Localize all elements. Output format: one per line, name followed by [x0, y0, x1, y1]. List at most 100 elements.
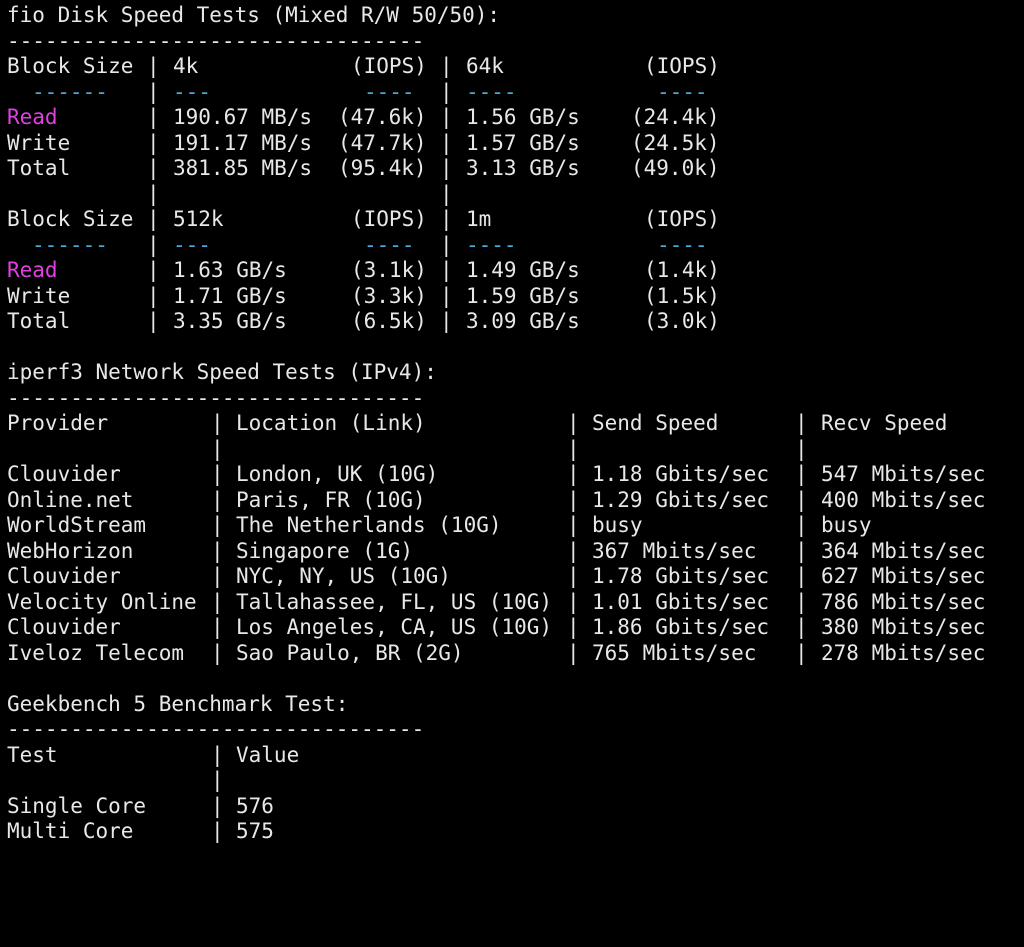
iperf-provider: Online.net: [7, 487, 134, 512]
fio-row-iops2: (1.4k): [644, 258, 720, 282]
fio-row-value1: 381.85 MB/s: [173, 156, 313, 180]
column-separator: |: [440, 283, 453, 308]
iperf-row: WorldStream | The Netherlands (10G) | bu…: [7, 513, 1024, 539]
iperf-header-provider: Provider: [7, 411, 109, 435]
iperf-send: 1.29 Gbits/sec: [592, 487, 770, 512]
column-separator: |: [440, 54, 453, 78]
iperf-provider: Clouvider: [7, 462, 121, 486]
column-separator: |: [147, 258, 160, 282]
geekbench-header-row: Test | Value: [7, 743, 1024, 769]
fio-row-iops2: (24.4k): [631, 105, 720, 129]
iperf-header-recv: Recv Speed: [821, 411, 948, 435]
fio-row-value2: 1.56 GB/s: [466, 105, 580, 129]
column-separator: |: [567, 513, 580, 537]
fio-rule-line: ---------------------------------: [7, 29, 1024, 55]
fio-dash-value2: ----: [466, 79, 517, 104]
fio-row-value1: 1.63 GB/s: [173, 258, 287, 282]
fio-dash-label: ------: [32, 79, 108, 104]
column-separator: |: [440, 232, 453, 257]
column-separator: |: [211, 462, 224, 486]
geekbench-row: Multi Core | 575: [7, 819, 1024, 845]
column-separator: |: [795, 615, 808, 639]
geekbench-header-test: Test: [7, 742, 58, 767]
iperf-recv: 400 Mbits/sec: [821, 487, 986, 512]
iperf-header-row: Provider | Location (Link) | Send Speed …: [7, 411, 1024, 437]
fio-row-value1: 3.35 GB/s: [173, 309, 287, 333]
fio-row: Write | 1.71 GB/s (3.3k) | 1.59 GB/s (1.…: [7, 284, 1024, 310]
iperf-recv: 627 Mbits/sec: [821, 564, 986, 588]
column-separator: |: [147, 79, 160, 104]
geekbench-header-value: Value: [236, 742, 300, 767]
iperf-location: Sao Paulo, BR (2G): [236, 640, 464, 665]
fio-dash-iops2: ----: [657, 79, 708, 104]
terminal-output: fio Disk Speed Tests (Mixed R/W 50/50): …: [7, 3, 1024, 845]
fio-row-value2: 1.59 GB/s: [466, 283, 580, 308]
column-separator: |: [147, 309, 160, 333]
fio-row-value2: 3.09 GB/s: [466, 309, 580, 333]
column-separator: |: [440, 130, 453, 155]
fio-row-value1: 1.71 GB/s: [173, 283, 287, 308]
iperf-send: 1.18 Gbits/sec: [592, 462, 770, 486]
column-separator: |: [147, 54, 160, 78]
iperf-title: iperf3 Network Speed Tests (IPv4):: [7, 360, 437, 384]
column-separator: |: [440, 207, 453, 231]
fio-row-iops2: (49.0k): [631, 156, 720, 180]
column-separator: |: [567, 411, 580, 435]
column-separator: |: [795, 589, 808, 614]
column-separator: |: [211, 564, 224, 588]
fio-row-value1: 190.67 MB/s: [173, 105, 313, 129]
fio-row-label: Total: [7, 156, 71, 180]
fio-iops-header-col1: (IOPS): [351, 207, 427, 231]
fio-row-iops2: (3.0k): [644, 309, 720, 333]
fio-dash-iops2: ----: [657, 232, 708, 257]
fio-title: fio Disk Speed Tests (Mixed R/W 50/50):: [7, 3, 501, 27]
fio-row-value2: 3.13 GB/s: [466, 156, 580, 180]
iperf-location: London, UK (10G): [236, 462, 439, 486]
column-separator: |: [795, 411, 808, 435]
iperf-recv: 786 Mbits/sec: [821, 589, 986, 614]
fio-rule: ---------------------------------: [7, 28, 425, 53]
column-separator: |: [211, 411, 224, 435]
geekbench-rule-line: ---------------------------------: [7, 717, 1024, 743]
fio-block-size-label: Block Size: [7, 207, 134, 231]
geekbench-row: Single Core | 576: [7, 794, 1024, 820]
iperf-row: Online.net | Paris, FR (10G) | 1.29 Gbit…: [7, 488, 1024, 514]
column-separator: |: [147, 181, 160, 206]
column-separator: |: [211, 436, 224, 461]
fio-size-col1: 512k: [173, 207, 224, 231]
iperf-row: WebHorizon | Singapore (1G) | 367 Mbits/…: [7, 539, 1024, 565]
fio-row-label: Write: [7, 283, 71, 308]
fio-row-label: Total: [7, 309, 71, 333]
fio-iops-header-col2: (IOPS): [644, 54, 720, 78]
iperf-row: Clouvider | NYC, NY, US (10G) | 1.78 Gbi…: [7, 564, 1024, 590]
iperf-send: 367 Mbits/sec: [592, 538, 757, 563]
fio-size-col2: 1m: [466, 207, 492, 231]
column-separator: |: [795, 640, 808, 665]
fio-row: Write | 191.17 MB/s (47.7k) | 1.57 GB/s …: [7, 131, 1024, 157]
iperf-recv: busy: [821, 513, 872, 537]
column-separator: |: [795, 436, 808, 461]
fio-dash-label: ------: [32, 232, 108, 257]
fio-row-iops1: (95.4k): [338, 156, 427, 180]
iperf-spacer-row: | | |: [7, 437, 1024, 463]
column-separator: |: [567, 487, 580, 512]
column-separator: |: [211, 819, 224, 843]
iperf-location: The Netherlands (10G): [236, 513, 502, 537]
column-separator: |: [147, 283, 160, 308]
iperf-send: 1.78 Gbits/sec: [592, 564, 770, 588]
column-separator: |: [440, 309, 453, 333]
column-separator: |: [567, 615, 580, 639]
column-separator: |: [795, 513, 808, 537]
fio-row: Read | 190.67 MB/s (47.6k) | 1.56 GB/s (…: [7, 105, 1024, 131]
iperf-provider: WorldStream: [7, 513, 147, 537]
column-separator: |: [795, 487, 808, 512]
fio-dash-iops1: ----: [364, 79, 415, 104]
fio-row-iops2: (1.5k): [644, 283, 720, 308]
fio-dash-iops1: ----: [364, 232, 415, 257]
fio-row-label: Read: [7, 105, 58, 129]
fio-iops-header-col1: (IOPS): [351, 54, 427, 78]
fio-dash-value1: ---: [173, 232, 211, 257]
iperf-row: Velocity Online | Tallahassee, FL, US (1…: [7, 590, 1024, 616]
iperf-provider: WebHorizon: [7, 538, 134, 563]
